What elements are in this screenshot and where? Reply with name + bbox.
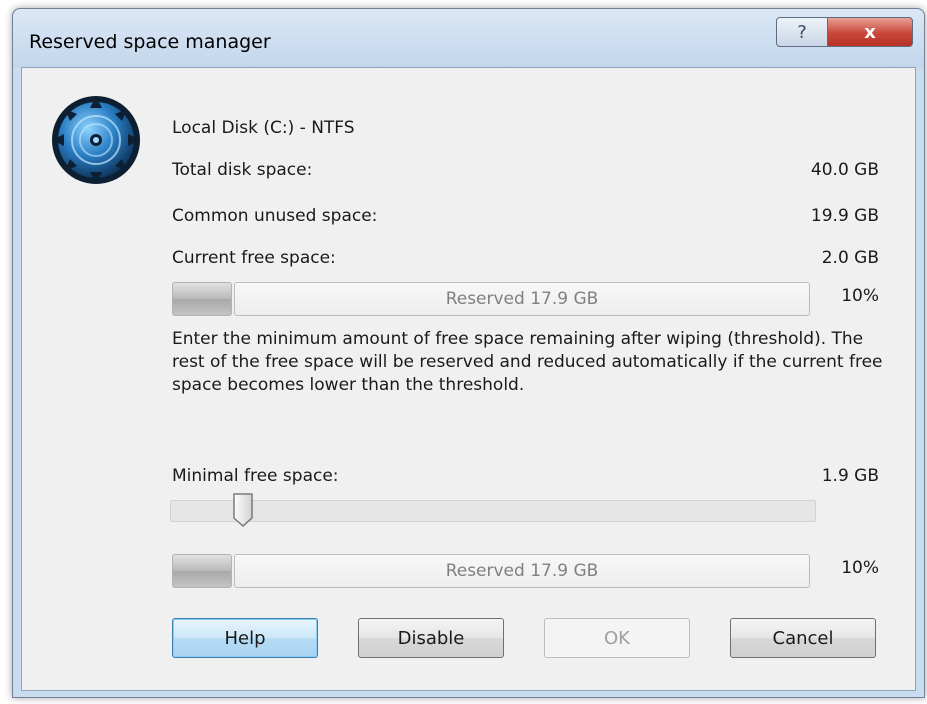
total-space-value: 40.0 GB	[810, 160, 879, 180]
disable-button[interactable]: Disable	[358, 618, 504, 658]
close-button[interactable]: x	[827, 17, 913, 47]
close-icon: x	[864, 21, 876, 43]
total-space-label: Total disk space:	[172, 160, 313, 180]
cancel-button[interactable]: Cancel	[730, 618, 876, 658]
current-space-bar: Reserved 17.9 GB	[172, 282, 810, 316]
current-percent: 10%	[841, 286, 879, 306]
threshold-description: Enter the minimum amount of free space r…	[172, 329, 883, 395]
reserved-space-dialog: Reserved space manager ? x Local Disk (C…	[12, 8, 925, 698]
reserved-segment: Reserved 17.9 GB	[234, 554, 810, 588]
free-space-label: Current free space:	[172, 248, 336, 268]
unused-space-value: 19.9 GB	[810, 206, 879, 226]
window-title: Reserved space manager	[29, 31, 271, 53]
threshold-space-bar: Reserved 17.9 GB	[172, 554, 810, 588]
free-space-value: 2.0 GB	[821, 248, 879, 268]
ok-button[interactable]: OK	[544, 618, 690, 658]
help-button[interactable]: Help	[172, 618, 318, 658]
minimal-free-value: 1.9 GB	[821, 466, 879, 486]
threshold-percent: 10%	[841, 558, 879, 578]
used-segment	[172, 554, 232, 588]
reserved-segment: Reserved 17.9 GB	[234, 282, 810, 316]
help-title-button[interactable]: ?	[776, 17, 828, 47]
title-bar[interactable]: Reserved space manager ? x	[13, 9, 924, 67]
disk-name: Local Disk (C:) - NTFS	[172, 118, 355, 138]
threshold-slider[interactable]	[170, 500, 816, 522]
dialog-body: Local Disk (C:) - NTFS Total disk space:…	[21, 67, 916, 691]
slider-thumb[interactable]	[232, 492, 254, 528]
used-segment	[172, 282, 232, 316]
unused-space-label: Common unused space:	[172, 206, 378, 226]
disk-gear-icon	[52, 96, 140, 184]
minimal-free-label: Minimal free space:	[172, 466, 339, 486]
question-mark-icon: ?	[797, 21, 807, 43]
